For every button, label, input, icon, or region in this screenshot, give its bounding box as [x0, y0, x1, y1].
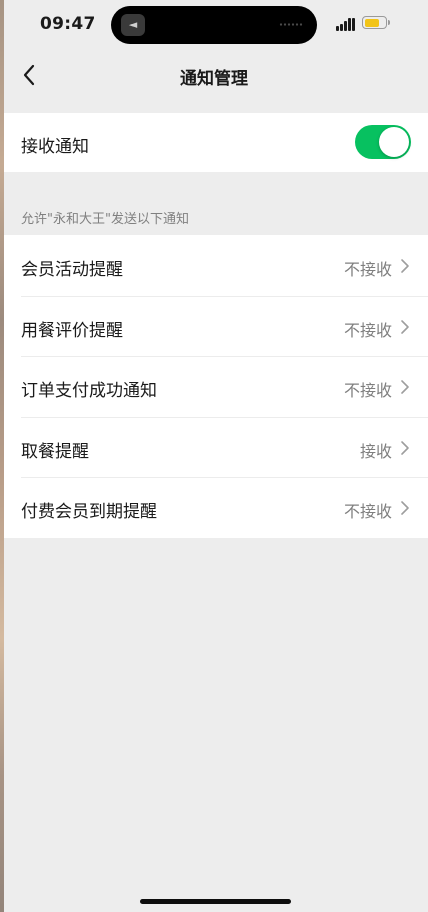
- receive-notifications-label: 接收通知: [21, 137, 89, 157]
- list-item-member-activity[interactable]: 会员活动提醒 不接收: [4, 235, 428, 296]
- nav-bar: 通知管理: [0, 50, 428, 100]
- list-item-label: 取餐提醒: [21, 441, 89, 462]
- chevron-right-icon: [401, 380, 409, 394]
- list-item-label: 会员活动提醒: [21, 260, 123, 280]
- speaker-icon: ◄: [121, 14, 145, 36]
- home-indicator[interactable]: [140, 899, 291, 904]
- toggle-knob: [379, 127, 409, 157]
- list-item-value: 不接收: [343, 381, 392, 401]
- list-item-membership-expiry[interactable]: 付费会员到期提醒 不接收: [4, 477, 428, 538]
- status-bar: 09:47 ◄: [0, 0, 428, 50]
- notification-list: 会员活动提醒 不接收 用餐评价提醒 不接收 订单支付成功通知 不接收 取餐提醒 …: [4, 235, 428, 538]
- audio-dots-icon: [279, 23, 303, 26]
- chevron-right-icon: [401, 440, 409, 455]
- battery-icon: [362, 16, 390, 29]
- list-item-payment-success[interactable]: 订单支付成功通知 不接收: [4, 356, 428, 417]
- list-item-value: 不接收: [343, 502, 392, 522]
- list-item-value: 不接收: [343, 260, 392, 279]
- chevron-right-icon: [401, 259, 409, 273]
- list-item-label: 付费会员到期提醒: [21, 502, 157, 523]
- list-item-dining-review[interactable]: 用餐评价提醒 不接收: [4, 295, 428, 357]
- section-caption: 允许"永和大王"发送以下通知: [21, 212, 189, 227]
- list-item-pickup-reminder[interactable]: 取餐提醒 接收: [4, 416, 428, 478]
- signal-icon: [336, 18, 356, 31]
- status-time: 09:47: [40, 14, 96, 34]
- page-title: 通知管理: [180, 69, 248, 89]
- list-item-value: 不接收: [343, 320, 392, 340]
- notification-settings-screen: 09:47 ◄ 通知管理 接收通知 允许"永和大王"发送以下通知 会员活动提醒 …: [0, 0, 428, 912]
- chevron-right-icon: [401, 501, 409, 516]
- receive-notifications-toggle[interactable]: [355, 125, 411, 159]
- receive-notifications-row: 接收通知: [4, 113, 428, 172]
- chevron-right-icon: [401, 319, 409, 334]
- dynamic-island: ◄: [111, 6, 317, 44]
- list-item-value: 接收: [359, 441, 392, 461]
- list-item-label: 订单支付成功通知: [21, 381, 157, 402]
- list-item-label: 用餐评价提醒: [21, 320, 123, 341]
